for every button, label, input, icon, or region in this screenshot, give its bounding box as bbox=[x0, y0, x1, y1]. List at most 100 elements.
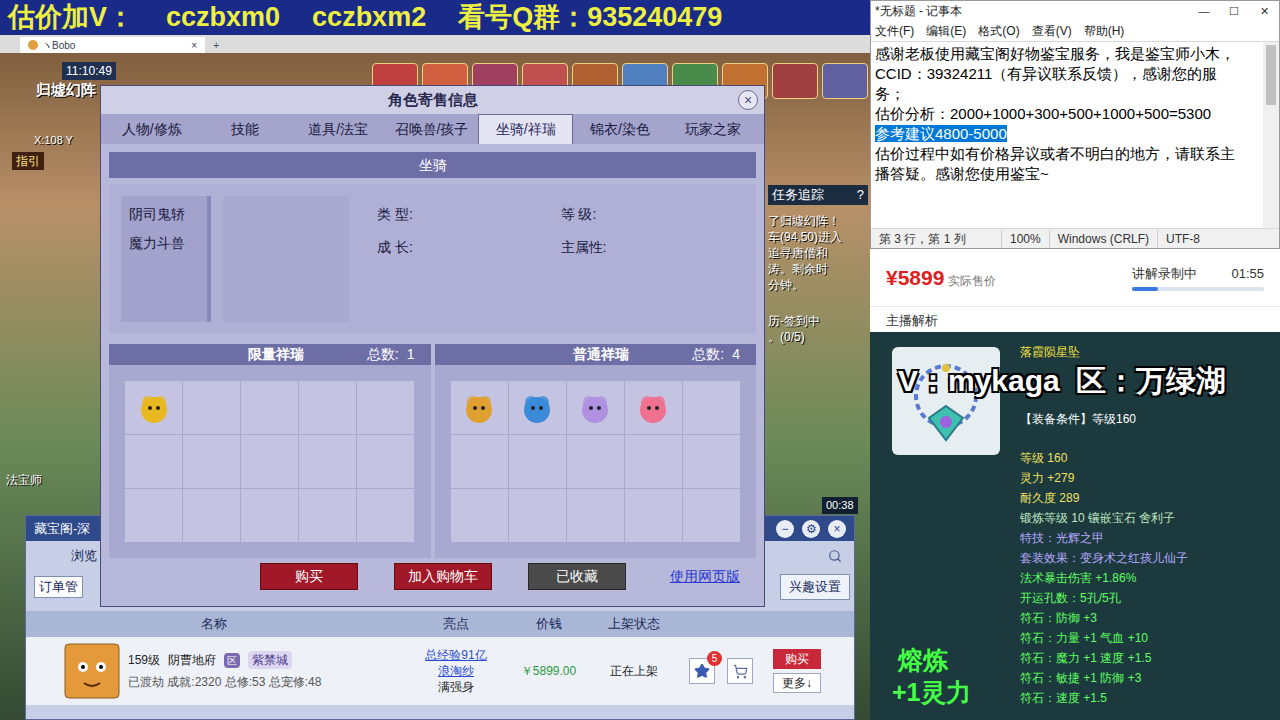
dialog-tab[interactable]: 召唤兽/孩子 bbox=[385, 114, 478, 144]
grid-cell[interactable] bbox=[183, 435, 240, 488]
window-control[interactable]: ✕ bbox=[1249, 3, 1279, 20]
dialog-title: 角色寄售信息 bbox=[388, 89, 478, 112]
grid-cell[interactable] bbox=[683, 381, 740, 434]
calendar-line: 。(0/5) bbox=[768, 329, 868, 345]
search-icon[interactable] bbox=[828, 549, 842, 563]
grid-cell[interactable] bbox=[683, 489, 740, 542]
column-header[interactable]: 上架状态 bbox=[586, 614, 681, 634]
dialog-tab[interactable]: 玩家之家 bbox=[667, 114, 760, 144]
grid-cell[interactable] bbox=[357, 381, 414, 434]
grid-cell[interactable] bbox=[125, 435, 182, 488]
browse-tab[interactable]: 浏览 bbox=[71, 546, 97, 566]
dialog-tab[interactable]: 人物/修炼 bbox=[105, 114, 198, 144]
tab-add[interactable]: + bbox=[209, 37, 223, 54]
tab-close[interactable]: × bbox=[191, 38, 197, 53]
window-button[interactable]: ⚙ bbox=[802, 520, 820, 538]
item-stats: 等级 160灵力 +279耐久度 289锻炼等级 10 镶嵌宝石 舍利子特技：光… bbox=[1020, 448, 1272, 708]
grid-cell[interactable] bbox=[683, 435, 740, 488]
market-title: 藏宝阁-深 bbox=[34, 519, 90, 539]
notepad-status: 第 3 行，第 1 列100%Windows (CRLF)UTF-8 bbox=[871, 228, 1279, 248]
item-requirement: 【装备条件】等级160 bbox=[1020, 410, 1272, 428]
window-control[interactable]: ☐ bbox=[1219, 3, 1249, 20]
grid-cell[interactable] bbox=[451, 435, 508, 488]
banner-text: cczbxm2 bbox=[312, 4, 426, 31]
sale-price-label: 实际售价 bbox=[948, 272, 996, 290]
menu-item[interactable]: 编辑(E) bbox=[926, 22, 966, 40]
column-header[interactable]: 亮点 bbox=[401, 614, 511, 634]
grid-cell[interactable] bbox=[567, 381, 624, 434]
grid-cell[interactable] bbox=[125, 381, 182, 434]
grid-cell[interactable] bbox=[183, 489, 240, 542]
grid-cell[interactable] bbox=[241, 489, 298, 542]
grid-cell[interactable] bbox=[451, 381, 508, 434]
dialog-button[interactable]: 已收藏 bbox=[528, 563, 626, 590]
grid-cell[interactable] bbox=[509, 489, 566, 542]
role-detail: 已渡劫 成就:2320 总修:53 总宠修:48 bbox=[128, 673, 321, 691]
grid-cell[interactable] bbox=[299, 435, 356, 488]
scrollbar[interactable] bbox=[1263, 42, 1279, 228]
hud-timer: 00:38 bbox=[822, 497, 858, 514]
hud-guide[interactable]: 指引 bbox=[12, 152, 44, 170]
column-header[interactable]: 名称 bbox=[26, 614, 401, 634]
highlights-cell: 总经验91亿浪淘纱满强身 bbox=[401, 647, 511, 695]
dialog-button[interactable]: 购买 bbox=[260, 563, 358, 590]
mount-item[interactable]: 魔力斗兽 bbox=[129, 233, 199, 254]
orders-button[interactable]: 订单管 bbox=[34, 576, 83, 598]
grid-cell[interactable] bbox=[625, 489, 682, 542]
notepad-editor[interactable]: 感谢老板使用藏宝阁好物鉴宝服务，我是鉴宝师小木，CCID：39324211（有异… bbox=[871, 41, 1279, 228]
grid-cell[interactable] bbox=[299, 489, 356, 542]
dialog-tab[interactable]: 坐骑/祥瑞 bbox=[478, 114, 573, 144]
grid-cell[interactable] bbox=[451, 489, 508, 542]
more-button[interactable]: 更多↓ bbox=[773, 673, 821, 693]
grid-cell[interactable] bbox=[509, 435, 566, 488]
window-button[interactable]: × bbox=[828, 520, 846, 538]
panel-title: 限量祥瑞 bbox=[248, 344, 304, 365]
dialog-tab[interactable]: 锦衣/染色 bbox=[573, 114, 666, 144]
grid-cell[interactable] bbox=[357, 489, 414, 542]
browser-tab[interactable]: ヽBobo× bbox=[20, 37, 205, 53]
notepad-menu: 文件(F) 编辑(E) 格式(O) 查看(V) 帮助(H) bbox=[871, 21, 1279, 41]
menu-item[interactable]: 格式(O) bbox=[978, 22, 1019, 40]
grid-cell[interactable] bbox=[299, 381, 356, 434]
dialog-button[interactable]: 使用网页版 bbox=[670, 566, 740, 587]
window-control[interactable]: — bbox=[1189, 3, 1219, 20]
grid-cell[interactable] bbox=[183, 381, 240, 434]
cart-button[interactable] bbox=[727, 658, 753, 684]
menu-item[interactable]: 帮助(H) bbox=[1084, 22, 1125, 40]
highlight: 满强身 bbox=[438, 679, 474, 695]
mount-item[interactable]: 阴司鬼轿 bbox=[129, 204, 199, 225]
dialog-close[interactable]: × bbox=[738, 90, 758, 110]
grid-cell[interactable] bbox=[241, 381, 298, 434]
quest-line: 分钟。 bbox=[768, 277, 868, 293]
column-header[interactable]: 价钱 bbox=[511, 614, 586, 634]
grid-cell[interactable] bbox=[357, 435, 414, 488]
help-icon[interactable]: ? bbox=[857, 185, 864, 205]
interest-button[interactable]: 兴趣设置 bbox=[780, 574, 850, 600]
grid-cell[interactable] bbox=[241, 435, 298, 488]
avatar-icon[interactable] bbox=[772, 63, 818, 99]
dialog-button[interactable]: 加入购物车 bbox=[394, 563, 492, 590]
calendar-line: 历-签到中 bbox=[768, 313, 868, 329]
dialog-tab[interactable]: 技能 bbox=[198, 114, 291, 144]
favorite-button[interactable]: 5 bbox=[689, 658, 715, 684]
quest-line: 了归墟幻阵！ bbox=[768, 213, 868, 229]
calendar[interactable]: 历-签到中。(0/5) bbox=[768, 313, 868, 345]
grid-cell[interactable] bbox=[125, 489, 182, 542]
table-row[interactable]: 159级阴曹地府区紫禁城已渡劫 成就:2320 总修:53 总宠修:48总经验9… bbox=[26, 637, 854, 705]
highlight[interactable]: 总经验91亿 bbox=[425, 647, 486, 663]
grid-cell[interactable] bbox=[625, 435, 682, 488]
highlight[interactable]: 浪淘纱 bbox=[438, 663, 474, 679]
grid-cell[interactable] bbox=[625, 381, 682, 434]
quest-header[interactable]: 任务追踪? bbox=[768, 185, 868, 205]
grid-cell[interactable] bbox=[509, 381, 566, 434]
dialog-tab[interactable]: 道具/法宝 bbox=[292, 114, 385, 144]
window-button[interactable]: − bbox=[776, 520, 794, 538]
menu-item[interactable]: 查看(V) bbox=[1032, 22, 1072, 40]
buy-button[interactable]: 购买 bbox=[773, 649, 821, 669]
menu-item[interactable]: 文件(F) bbox=[875, 22, 914, 40]
avatar-icon[interactable] bbox=[822, 63, 868, 99]
grid-cell[interactable] bbox=[567, 435, 624, 488]
stream-left: 估价加V：cczbxm0cczbxm2看号Q群：935240479ヽBobo×+… bbox=[0, 0, 870, 720]
grid-cell[interactable] bbox=[567, 489, 624, 542]
status-item: 第 3 行，第 1 列 bbox=[871, 230, 1001, 248]
